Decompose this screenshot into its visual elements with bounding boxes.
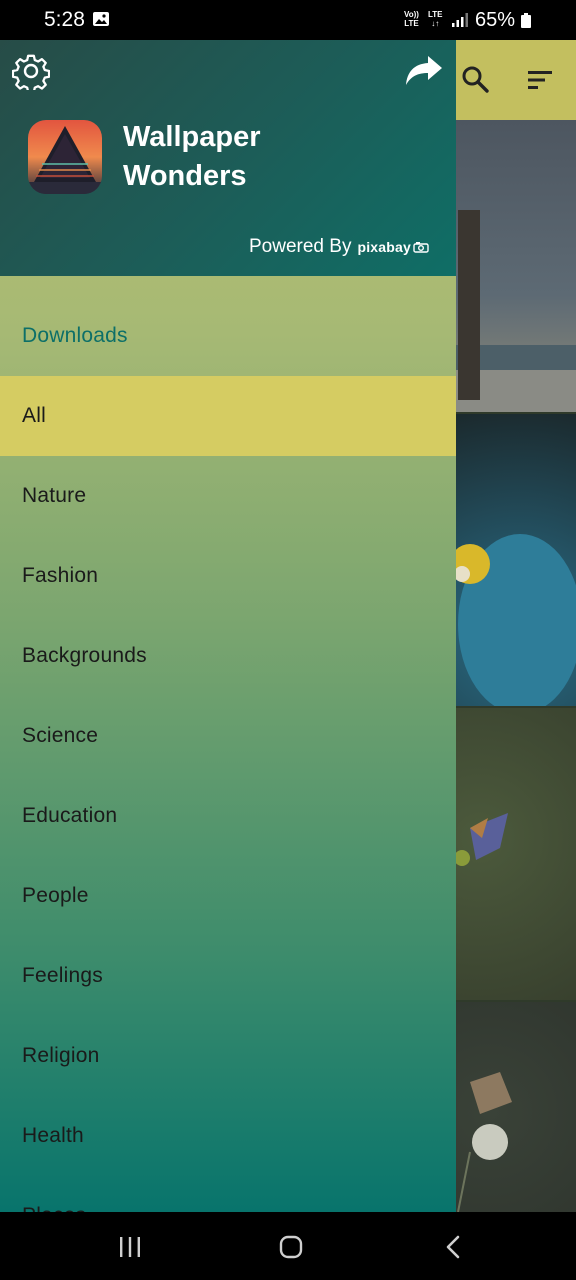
navigation-drawer: Wallpaper Wonders Powered By pixabay Down… (0, 40, 456, 1212)
app-title: Wallpaper Wonders (123, 121, 261, 192)
system-nav-bar (0, 1212, 576, 1280)
back-icon[interactable] (444, 1235, 462, 1259)
status-time: 5:28 (44, 8, 85, 31)
powered-by-label: Powered By (249, 236, 352, 257)
sort-icon[interactable] (526, 68, 556, 92)
drawer-menu: Downloads All Nature Fashion Backgrounds… (0, 296, 456, 1212)
recents-icon[interactable] (118, 1236, 142, 1258)
home-icon[interactable] (279, 1235, 303, 1259)
menu-item-education[interactable]: Education (0, 776, 456, 856)
signal-icon (452, 13, 468, 27)
menu-item-backgrounds[interactable]: Backgrounds (0, 616, 456, 696)
menu-item-fashion[interactable]: Fashion (0, 536, 456, 616)
camera-icon (413, 241, 429, 253)
share-icon[interactable] (404, 54, 444, 88)
menu-item-nature[interactable]: Nature (0, 456, 456, 536)
pixabay-logo: pixabay (357, 239, 411, 255)
volte-indicator: Vo)) LTE (404, 10, 419, 28)
menu-item-health[interactable]: Health (0, 1096, 456, 1176)
menu-item-religion[interactable]: Religion (0, 1016, 456, 1096)
menu-item-downloads[interactable]: Downloads (0, 296, 456, 376)
menu-item-feelings[interactable]: Feelings (0, 936, 456, 1016)
lte-indicator: LTE ↓↑ (428, 10, 443, 28)
drawer-header: Wallpaper Wonders Powered By pixabay (0, 40, 456, 276)
powered-by: Powered By pixabay (249, 236, 429, 258)
menu-item-science[interactable]: Science (0, 696, 456, 776)
settings-icon[interactable] (12, 52, 50, 90)
image-icon (93, 12, 109, 26)
status-bar: 5:28 Vo)) LTE LTE ↓↑ 65% (0, 0, 576, 40)
search-icon[interactable] (460, 64, 490, 94)
menu-item-people[interactable]: People (0, 856, 456, 936)
battery-percent: 65% (475, 9, 516, 31)
battery-icon (521, 13, 531, 28)
app-logo (28, 120, 102, 194)
menu-item-places[interactable]: Places (0, 1176, 456, 1212)
menu-item-all[interactable]: All (0, 376, 456, 456)
